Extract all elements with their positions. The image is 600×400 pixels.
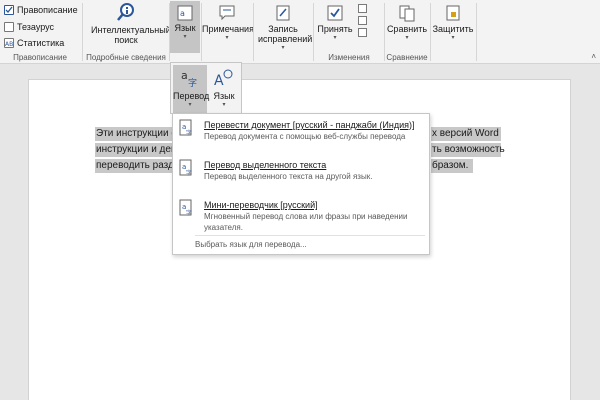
translate-selection-title: Перевод выделенного текста bbox=[204, 160, 327, 170]
accept-label: Принять bbox=[317, 24, 353, 34]
translate-selection-description: Перевод выделенного текста на другой язы… bbox=[204, 172, 373, 181]
compare-button[interactable]: Сравнить ▾ bbox=[385, 1, 429, 42]
document-line-right: х версий Word bbox=[431, 127, 501, 141]
language-dropdown: a字 Перевод ▾ A Язык ▾ bbox=[170, 62, 242, 114]
changes-group: Принять ▾ Изменения bbox=[314, 0, 384, 64]
comments-label: Примечания bbox=[202, 24, 254, 34]
svg-text:字: 字 bbox=[186, 129, 192, 137]
protect-label: Защитить bbox=[432, 24, 474, 34]
chevron-down-icon: ▾ bbox=[222, 102, 226, 108]
compare-label: Сравнить bbox=[386, 24, 428, 34]
translate-selection-icon: a字 bbox=[179, 159, 195, 177]
reject-icon[interactable] bbox=[358, 4, 367, 13]
vertical-scrollbar[interactable] bbox=[590, 65, 600, 400]
language-option-label: Язык bbox=[213, 91, 235, 101]
chevron-down-icon: ▾ bbox=[451, 35, 455, 41]
thesaurus-book-icon bbox=[4, 21, 14, 32]
svg-text:a: a bbox=[180, 9, 185, 18]
translate-option-label: Перевод bbox=[173, 91, 210, 101]
thesaurus-label: Тезаурус bbox=[17, 21, 55, 32]
document-line-right: бразом. bbox=[431, 159, 473, 173]
group-separator bbox=[476, 3, 477, 61]
language-globe-icon: A bbox=[214, 69, 233, 88]
track-changes-button[interactable]: Запись исправлений ▾ bbox=[254, 1, 312, 52]
translate-document-title: Перевести документ [русский - панджаби (… bbox=[204, 120, 415, 130]
next-change-icon[interactable] bbox=[358, 28, 367, 37]
translate-selection-item[interactable]: a字 Перевод выделенного текста Перевод вы… bbox=[173, 156, 429, 194]
ribbon: Правописание Тезаурус ABC Статистика Пра… bbox=[0, 0, 600, 64]
translate-document-item[interactable]: a字 Перевести документ [русский - панджаб… bbox=[173, 116, 429, 156]
svg-text:字: 字 bbox=[186, 169, 192, 177]
svg-text:字: 字 bbox=[186, 209, 192, 217]
compare-group: Сравнить ▾ Сравнение bbox=[385, 0, 429, 64]
language-button[interactable]: a Язык ▾ bbox=[170, 1, 200, 53]
menu-separator bbox=[195, 235, 425, 236]
spelling-button[interactable]: Правописание bbox=[4, 3, 78, 16]
chevron-down-icon: ▾ bbox=[188, 102, 192, 108]
comments-button[interactable]: Примечания ▾ bbox=[202, 1, 254, 42]
svg-text:字: 字 bbox=[188, 77, 197, 88]
document-line-right: ть возможность bbox=[431, 143, 505, 157]
smart-lookup-button[interactable]: Интеллектуальный поиск bbox=[85, 1, 171, 45]
mini-translator-title: Мини-переводчик [русский] bbox=[204, 200, 318, 210]
compare-group-label: Сравнение bbox=[386, 53, 428, 62]
chevron-down-icon: ▾ bbox=[225, 35, 229, 41]
mini-translator-description: Мгновенный перевод слова или фразы при н… bbox=[204, 212, 408, 232]
statistics-button[interactable]: ABC Статистика bbox=[4, 36, 64, 49]
translate-document-icon: a字 bbox=[179, 119, 195, 137]
translate-document-description: Перевод документа с помощью веб-службы п… bbox=[204, 132, 406, 141]
track-changes-icon bbox=[274, 4, 292, 22]
proofing-group: Правописание Тезаурус ABC Статистика Пра… bbox=[0, 0, 80, 64]
translate-option[interactable]: a字 Перевод ▾ bbox=[173, 65, 210, 113]
thesaurus-button[interactable]: Тезаурус bbox=[4, 20, 54, 33]
chevron-down-icon: ▾ bbox=[405, 35, 409, 41]
chevron-down-icon: ▾ bbox=[333, 35, 337, 41]
smart-lookup-label: Интеллектуальный поиск bbox=[91, 25, 171, 45]
statistics-icon: ABC bbox=[4, 37, 14, 48]
compare-icon bbox=[398, 4, 416, 22]
svg-text:A: A bbox=[214, 73, 224, 88]
translate-menu: a字 Перевести документ [русский - панджаб… bbox=[172, 113, 430, 255]
change-nav-icons bbox=[358, 4, 368, 40]
statistics-label: Статистика bbox=[17, 37, 65, 48]
insights-group-label: Подробные сведения bbox=[86, 53, 166, 62]
search-icon bbox=[115, 1, 137, 23]
accept-check-icon bbox=[326, 4, 344, 22]
collapse-ribbon-icon[interactable]: ˄ bbox=[591, 52, 596, 61]
previous-change-icon[interactable] bbox=[358, 16, 367, 25]
comment-icon bbox=[218, 4, 236, 22]
translate-icon: a字 bbox=[181, 69, 197, 88]
protect-button[interactable]: Защитить ▾ bbox=[431, 1, 475, 42]
changes-group-label: Изменения bbox=[328, 53, 370, 62]
accept-button[interactable]: Принять ▾ bbox=[316, 1, 354, 42]
spelling-label: Правописание bbox=[17, 4, 78, 15]
spelling-check-icon bbox=[4, 4, 14, 15]
chevron-down-icon: ▾ bbox=[183, 34, 187, 40]
insights-group: Интеллектуальный поиск Подробные сведени… bbox=[83, 0, 171, 64]
language-label: Язык bbox=[174, 23, 196, 33]
chevron-down-icon: ▾ bbox=[281, 45, 285, 51]
choose-translation-language-link[interactable]: Выбрать язык для перевода... bbox=[195, 240, 307, 249]
svg-text:a: a bbox=[181, 69, 188, 82]
protect-lock-icon bbox=[444, 4, 462, 22]
svg-text:ABC: ABC bbox=[5, 41, 13, 47]
mini-translator-icon: a字 bbox=[179, 199, 195, 217]
track-changes-label: Запись исправлений bbox=[258, 24, 313, 44]
language-option[interactable]: A Язык ▾ bbox=[207, 65, 241, 113]
proofing-group-label: Правописание bbox=[13, 53, 67, 62]
language-icon: a bbox=[177, 5, 193, 21]
mini-translator-item[interactable]: a字 Мини-переводчик [русский] Мгновенный … bbox=[173, 196, 429, 234]
